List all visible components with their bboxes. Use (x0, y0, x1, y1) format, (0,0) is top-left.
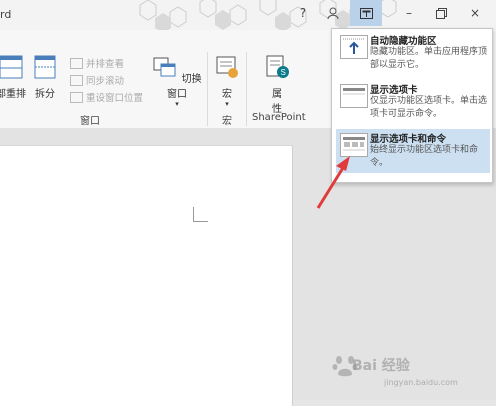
watermark-url: jingyan.baidu.com (384, 378, 458, 387)
watermark-text: Bai 经验 (352, 358, 410, 374)
annotation-arrow (316, 156, 350, 209)
